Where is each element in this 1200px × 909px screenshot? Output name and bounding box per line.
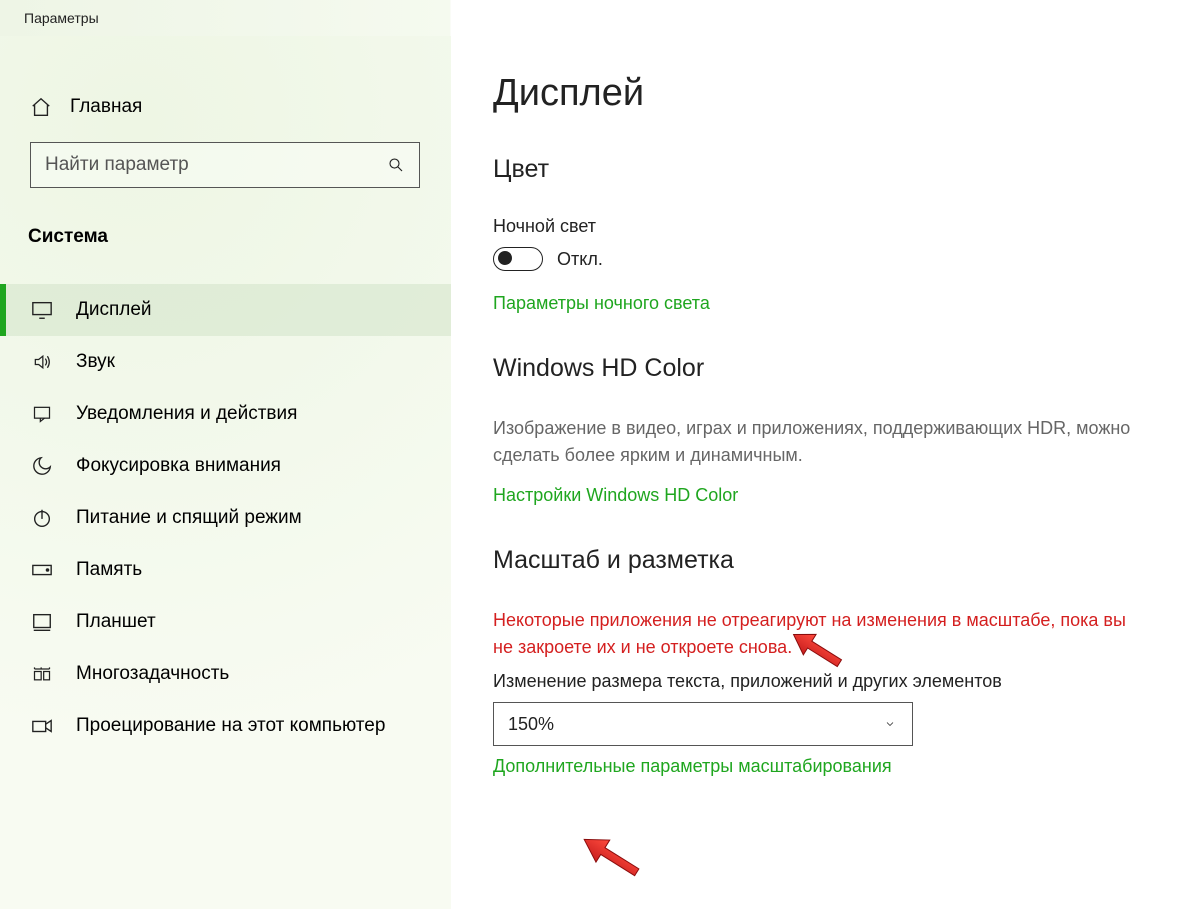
scale-dropdown[interactable]: 150% xyxy=(493,702,913,746)
sidebar-item-notifications[interactable]: Уведомления и действия xyxy=(0,388,451,440)
window-title: Параметры xyxy=(24,10,99,26)
notifications-icon xyxy=(30,404,54,424)
multitask-icon xyxy=(30,664,54,684)
sidebar-item-label: Звук xyxy=(76,351,115,373)
sidebar-item-label: Память xyxy=(76,559,142,581)
sidebar-item-label: Дисплей xyxy=(76,299,152,321)
sidebar-item-label: Уведомления и действия xyxy=(76,403,297,425)
advanced-scaling-link[interactable]: Дополнительные параметры масштабирования xyxy=(493,756,1150,777)
sidebar: Главная Система Дисплей Звук xyxy=(0,36,451,909)
sidebar-nav: Дисплей Звук Уведомления и действия Фоку… xyxy=(0,284,451,752)
sidebar-item-project[interactable]: Проецирование на этот компьютер xyxy=(0,700,451,752)
section-hdcolor: Windows HD Color xyxy=(493,354,1150,383)
power-icon xyxy=(30,507,54,529)
section-color: Цвет xyxy=(493,155,1150,184)
tablet-icon xyxy=(30,612,54,632)
scale-value: 150% xyxy=(508,714,554,735)
resize-label: Изменение размера текста, приложений и д… xyxy=(493,671,1150,692)
display-icon xyxy=(30,300,54,320)
night-light-label: Ночной свет xyxy=(493,216,1150,237)
sidebar-item-display[interactable]: Дисплей xyxy=(0,284,451,336)
scale-warning: Некоторые приложения не отреагируют на и… xyxy=(493,607,1133,661)
night-light-settings-link[interactable]: Параметры ночного света xyxy=(493,293,1150,314)
sidebar-item-label: Проецирование на этот компьютер xyxy=(76,715,385,737)
chevron-down-icon xyxy=(882,718,898,730)
sidebar-item-tablet[interactable]: Планшет xyxy=(0,596,451,648)
search-input[interactable] xyxy=(45,154,387,176)
sidebar-item-multitask[interactable]: Многозадачность xyxy=(0,648,451,700)
sidebar-category: Система xyxy=(28,226,421,248)
hdcolor-settings-link[interactable]: Настройки Windows HD Color xyxy=(493,485,1150,506)
hdcolor-description: Изображение в видео, играх и приложениях… xyxy=(493,415,1133,469)
sidebar-home-label: Главная xyxy=(70,96,142,118)
section-scale: Масштаб и разметка xyxy=(493,546,1150,575)
sidebar-item-storage[interactable]: Память xyxy=(0,544,451,596)
sidebar-home[interactable]: Главная xyxy=(0,86,451,132)
toggle-knob xyxy=(498,251,512,265)
sidebar-item-label: Многозадачность xyxy=(76,663,229,685)
night-light-toggle[interactable] xyxy=(493,247,543,271)
night-light-state: Откл. xyxy=(557,249,603,270)
project-icon xyxy=(30,716,54,736)
content-pane: Дисплей Цвет Ночной свет Откл. Параметры… xyxy=(451,36,1200,909)
home-icon xyxy=(30,96,52,118)
search-icon xyxy=(387,156,405,174)
storage-icon xyxy=(30,563,54,577)
window-titlebar: Параметры xyxy=(0,0,1200,36)
sidebar-item-label: Фокусировка внимания xyxy=(76,455,281,477)
sidebar-item-power[interactable]: Питание и спящий режим xyxy=(0,492,451,544)
sidebar-item-label: Питание и спящий режим xyxy=(76,507,302,529)
sidebar-item-focus[interactable]: Фокусировка внимания xyxy=(0,440,451,492)
search-input-container[interactable] xyxy=(30,142,420,188)
focus-icon xyxy=(30,455,54,477)
sound-icon xyxy=(30,352,54,372)
sidebar-item-sound[interactable]: Звук xyxy=(0,336,451,388)
sidebar-item-label: Планшет xyxy=(76,611,156,633)
page-title: Дисплей xyxy=(493,72,1150,115)
